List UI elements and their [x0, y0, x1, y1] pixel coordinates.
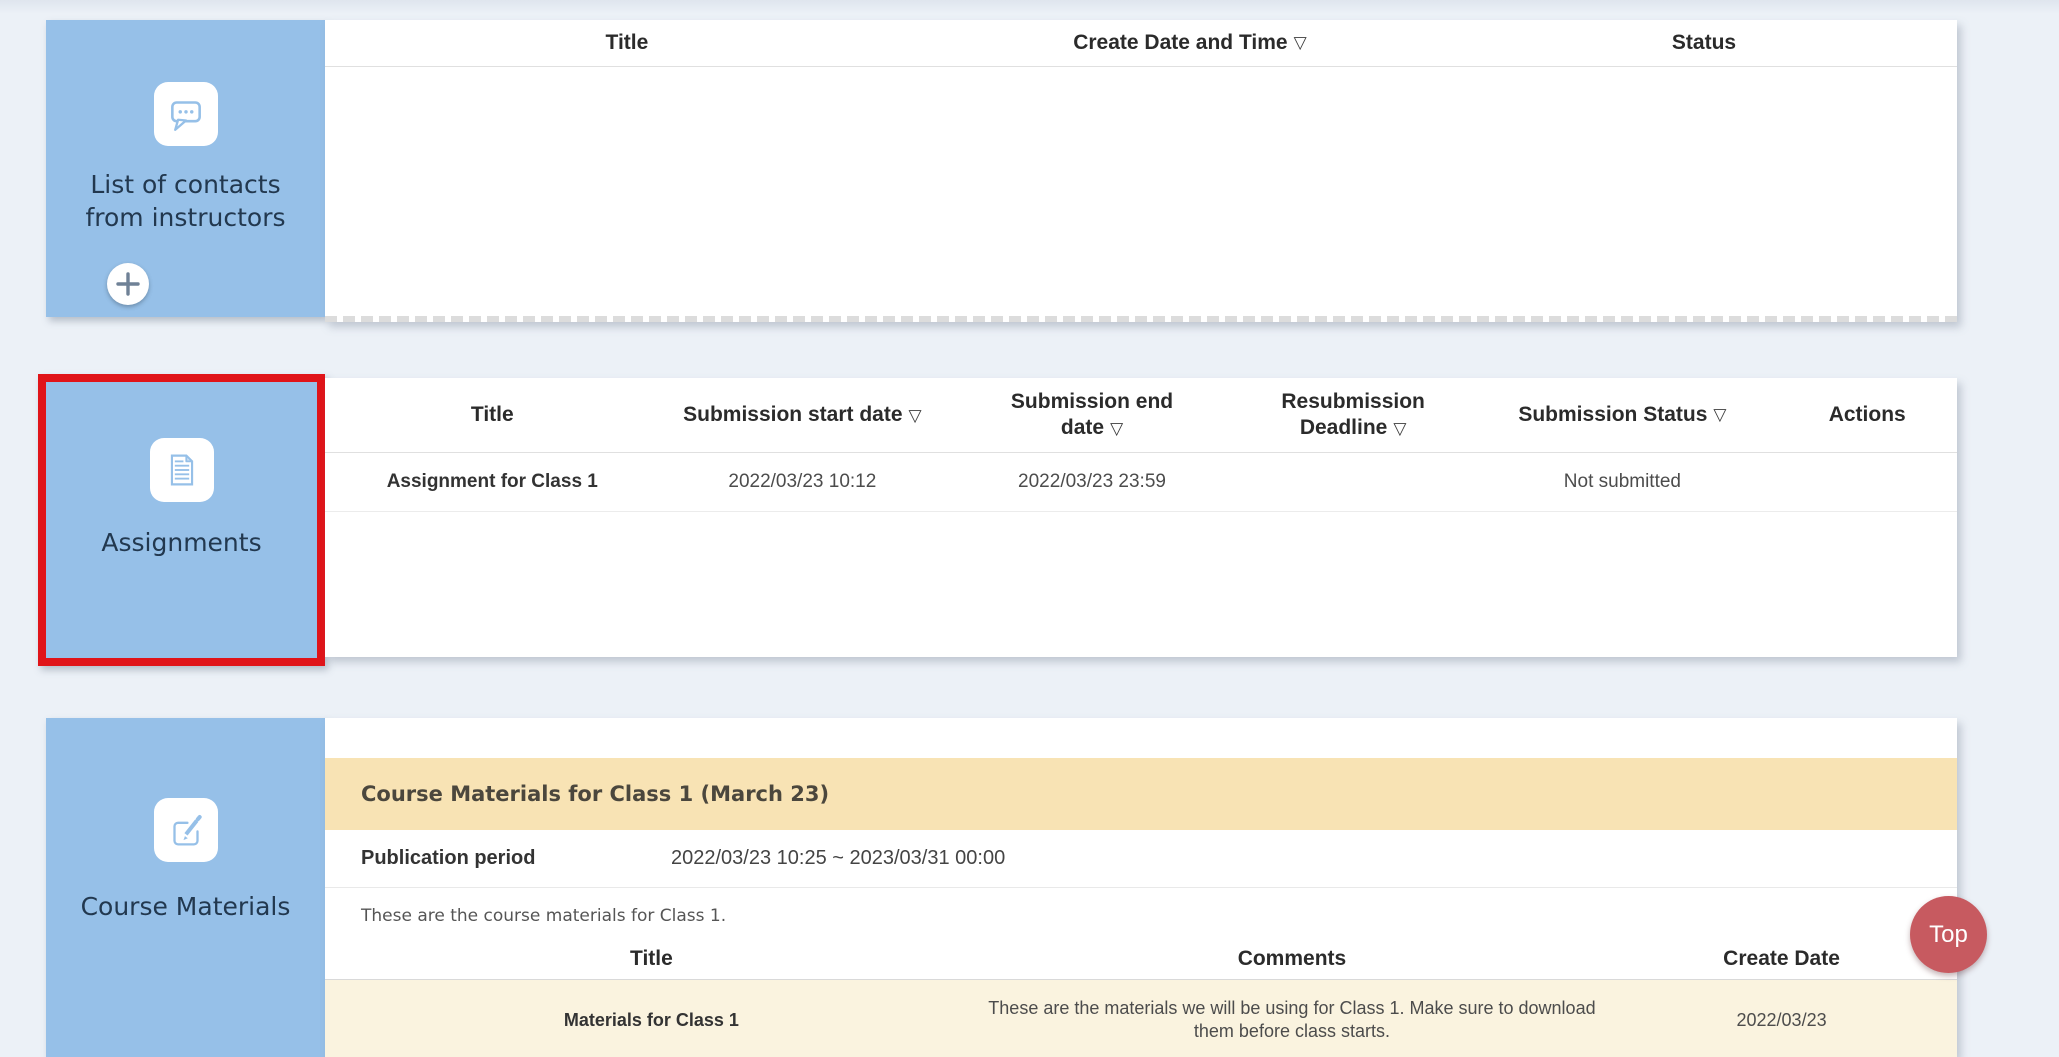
sort-descending-icon: ▽	[1294, 30, 1307, 56]
materials-table-header-row: Title Comments Create Date	[325, 938, 1957, 980]
assignments-table-header-row: Title Submission start date▽ Submission …	[325, 378, 1957, 453]
publication-period-row: Publication period 2022/03/23 10:25 ~ 20…	[325, 830, 1957, 888]
material-create-date: 2022/03/23	[1606, 1009, 1957, 1032]
scroll-to-top-button[interactable]: Top	[1910, 896, 1987, 973]
assignment-start-date: 2022/03/23 10:12	[660, 471, 946, 493]
scroll-to-top-label: Top	[1929, 921, 1968, 949]
sort-descending-icon: ▽	[1110, 419, 1123, 439]
assignments-header-start-date[interactable]: Submission start date▽	[660, 402, 946, 429]
sidebar-card-contacts[interactable]: List of contacts from instructors	[46, 20, 325, 317]
contacts-header-create-date[interactable]: Create Date and Time ▽	[929, 30, 1451, 56]
lms-course-page: List of contacts from instructors Title …	[0, 0, 2059, 1057]
sort-descending-icon: ▽	[1713, 402, 1726, 428]
edit-pencil-icon	[154, 798, 218, 862]
material-title: Materials for Class 1	[325, 1009, 978, 1032]
publication-period-value: 2022/03/23 10:25 ~ 2023/03/31 00:00	[671, 847, 1005, 870]
assignments-header-actions: Actions	[1777, 402, 1957, 428]
assignments-table-panel: Title Submission start date▽ Submission …	[325, 378, 1957, 657]
sidebar-card-course-materials-label: Course Materials	[81, 890, 291, 923]
document-icon	[150, 438, 214, 502]
assignment-title: Assignment for Class 1	[325, 471, 660, 493]
materials-header-create-date: Create Date	[1606, 946, 1957, 972]
material-comments: These are the materials we will be using…	[978, 997, 1606, 1043]
course-material-title-band[interactable]: Course Materials for Class 1 (March 23)	[325, 758, 1957, 830]
speech-bubble-icon	[154, 82, 218, 146]
materials-header-comments: Comments	[978, 946, 1606, 972]
course-materials-panel: Course Materials for Class 1 (March 23) …	[325, 718, 1957, 1057]
assignment-end-date: 2022/03/23 23:59	[945, 471, 1239, 493]
contacts-table-panel: Title Create Date and Time ▽ Status	[325, 20, 1957, 322]
publication-period-label: Publication period	[361, 847, 671, 870]
sidebar-card-assignments-label: Assignments	[101, 526, 261, 559]
assignments-header-title: Title	[325, 402, 660, 428]
sort-descending-icon: ▽	[909, 406, 922, 426]
sort-descending-icon: ▽	[1393, 419, 1406, 439]
sidebar-card-assignments-highlighted[interactable]: Assignments	[38, 374, 325, 666]
assignment-row[interactable]: Assignment for Class 1 2022/03/23 10:12 …	[325, 453, 1957, 512]
top-shade	[0, 0, 2059, 14]
assignments-header-end-date[interactable]: Submission end date▽	[945, 389, 1239, 442]
contacts-header-title: Title	[325, 30, 929, 56]
assignments-header-submission-status[interactable]: Submission Status ▽	[1467, 402, 1777, 428]
add-contact-button[interactable]	[107, 263, 149, 305]
course-material-description: These are the course materials for Class…	[361, 906, 1957, 926]
sidebar-card-contacts-label: List of contacts from instructors	[64, 168, 308, 234]
sidebar-card-course-materials[interactable]: Course Materials	[46, 718, 325, 1057]
material-row[interactable]: Materials for Class 1 These are the mate…	[325, 980, 1957, 1057]
assignments-header-resubmission-deadline[interactable]: Resubmission Deadline▽	[1239, 389, 1467, 442]
contacts-header-status: Status	[1451, 30, 1957, 56]
course-material-item-title: Course Materials for Class 1 (March 23)	[361, 782, 829, 806]
materials-header-title: Title	[325, 946, 978, 972]
contacts-table-header-row: Title Create Date and Time ▽ Status	[325, 20, 1957, 67]
assignment-submission-status: Not submitted	[1467, 471, 1777, 493]
